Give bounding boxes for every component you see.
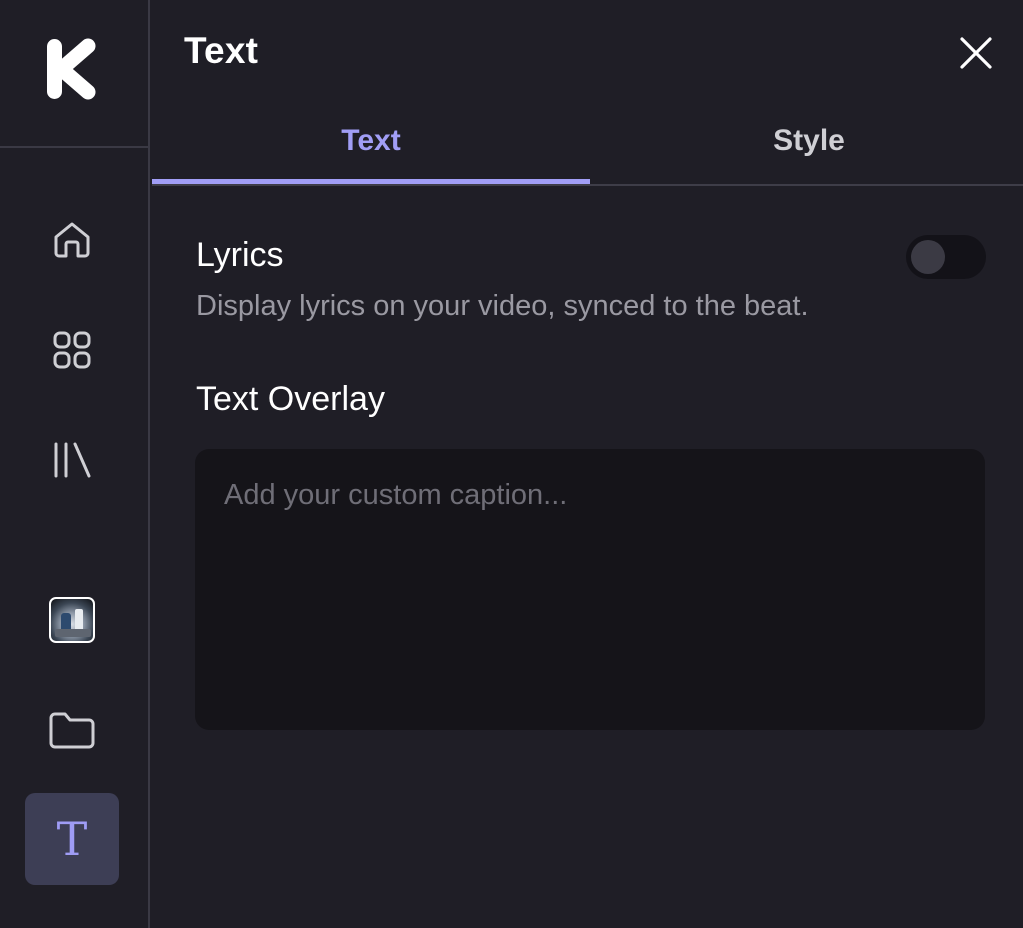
text-overlay-title: Text Overlay	[196, 380, 385, 418]
close-icon	[960, 37, 992, 69]
tab-style[interactable]: Style	[590, 110, 1023, 184]
text-panel: Text Text Style Lyrics Display lyrics on…	[152, 0, 1023, 928]
tab-text[interactable]: Text	[152, 110, 590, 184]
lyrics-toggle[interactable]	[906, 235, 986, 279]
library-icon	[54, 442, 91, 478]
sidebar: T	[0, 0, 150, 928]
video-thumbnail	[49, 597, 95, 643]
panel-title: Text	[184, 30, 259, 71]
home-icon	[54, 222, 90, 258]
folder-icon	[49, 712, 95, 749]
text-icon: T	[56, 812, 88, 866]
tab-bar: Text Style	[152, 110, 1023, 186]
sidebar-item-home[interactable]	[25, 194, 119, 286]
sidebar-item-files[interactable]	[25, 684, 119, 776]
caption-input[interactable]	[195, 449, 985, 730]
sidebar-item-library[interactable]	[25, 414, 119, 506]
lyrics-description: Display lyrics on your video, synced to …	[196, 290, 809, 322]
k-logo[interactable]	[44, 36, 100, 102]
sidebar-item-text[interactable]: T	[25, 793, 119, 885]
toggle-knob	[911, 240, 945, 274]
active-tab-indicator	[152, 179, 590, 184]
app-window: T Text Text Style Lyrics Display lyrics …	[0, 0, 1023, 928]
logo-area	[0, 0, 148, 148]
sidebar-item-apps[interactable]	[25, 304, 119, 396]
lyrics-title: Lyrics	[196, 236, 284, 274]
grid-icon	[53, 331, 91, 369]
sidebar-item-media[interactable]	[25, 574, 119, 666]
close-button[interactable]	[958, 35, 994, 71]
